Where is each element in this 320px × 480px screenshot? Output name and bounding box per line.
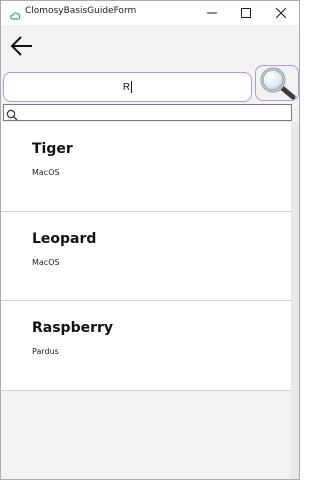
search-button[interactable] [255,65,299,101]
filter-input[interactable] [3,104,292,121]
app-icon [9,7,21,20]
maximize-button[interactable] [229,1,263,25]
magnifier-icon [260,67,296,100]
list-item-subtitle: MacOS [32,168,60,177]
text-caret [131,81,133,93]
window-title: ClomosyBasisGuideForm [25,6,137,16]
list-item-title: Leopard [32,230,97,247]
search-input-value: R [122,81,131,93]
minimize-icon [207,12,217,14]
minimize-button[interactable] [195,1,229,25]
results-list: Tiger MacOS Leopard MacOS Raspberry Pard… [1,122,291,479]
list-item[interactable]: Raspberry Pardus [1,301,291,391]
maximize-icon [241,8,251,18]
title-bar[interactable]: ClomosyBasisGuideForm [1,1,299,25]
app-window: ClomosyBasisGuideForm R Tiger MacOS Leop… [0,0,300,480]
list-scrollbar[interactable] [291,122,299,479]
back-button[interactable] [7,31,37,61]
list-item-title: Tiger [32,141,73,157]
list-item-title: Raspberry [32,320,114,336]
list-item-subtitle: Pardus [32,347,59,356]
app-content: R Tiger MacOS Leopard MacOS Raspberry Pa… [1,25,299,479]
list-item-subtitle: MacOS [32,257,60,267]
list-item[interactable]: Tiger MacOS [1,122,291,212]
search-input[interactable]: R [3,72,252,102]
arrow-left-icon [10,36,32,56]
close-button[interactable] [264,1,298,25]
list-item[interactable]: Leopard MacOS [1,211,291,301]
search-icon [6,106,18,121]
close-icon [276,8,286,18]
